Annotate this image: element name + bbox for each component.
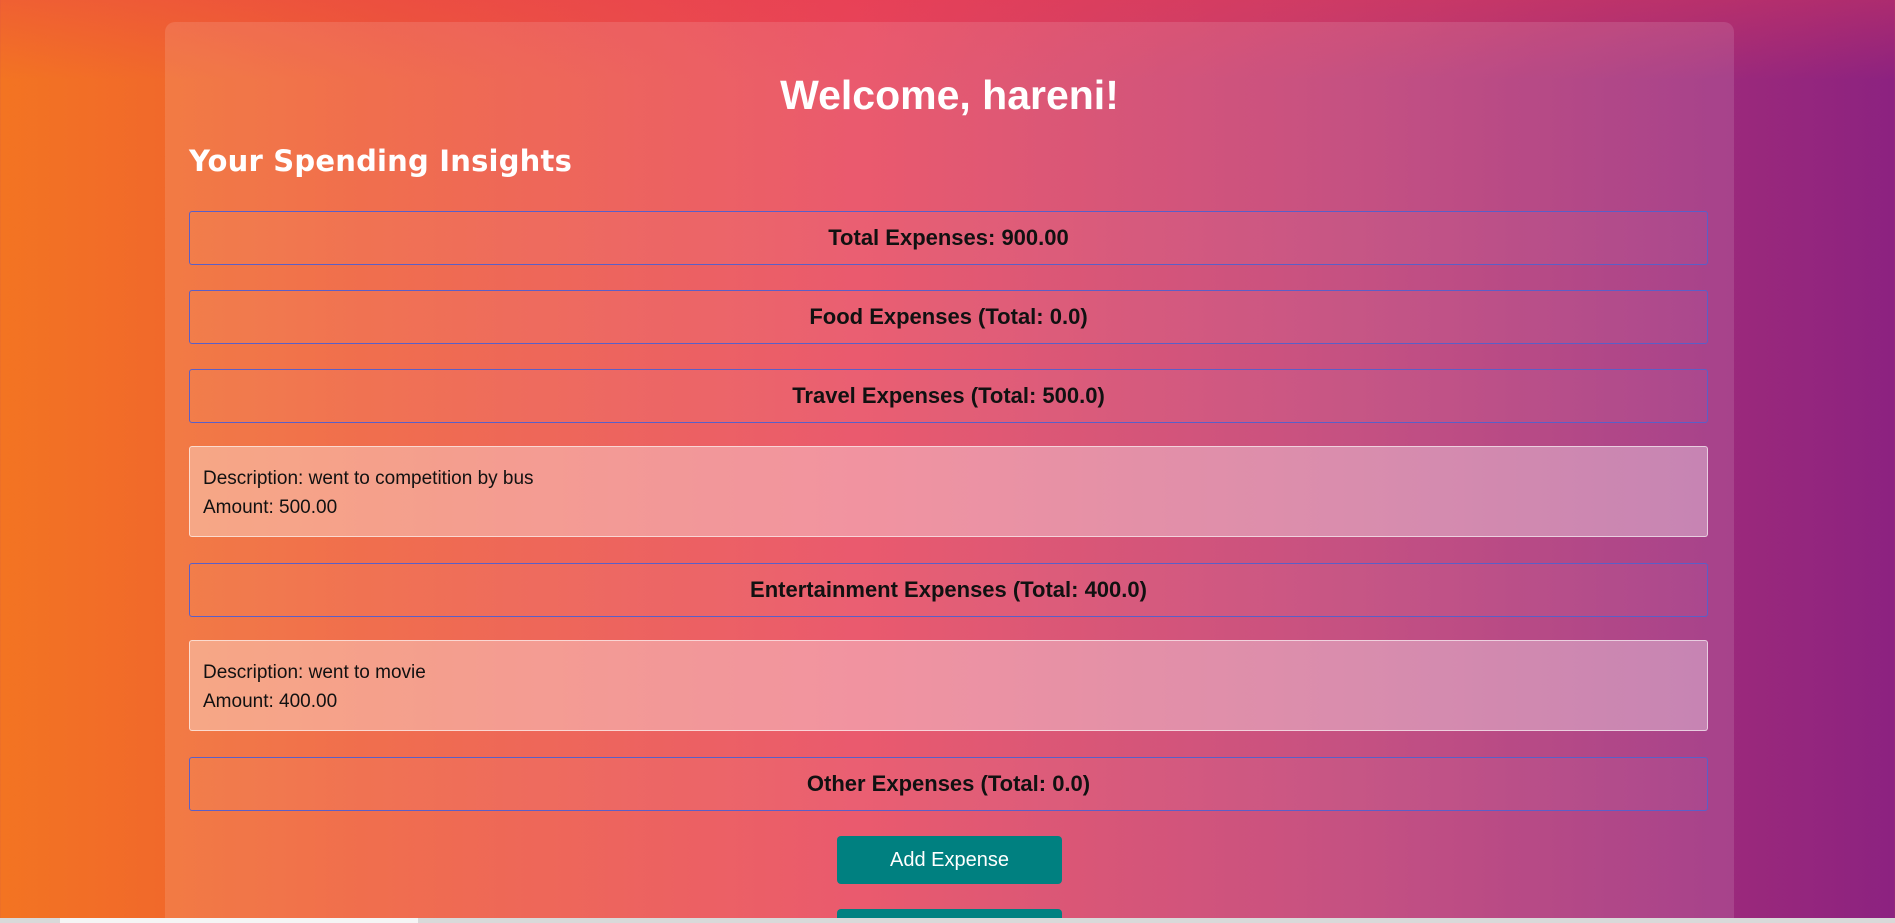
- other-expenses-header[interactable]: Other Expenses (Total: 0.0): [189, 757, 1708, 811]
- food-expenses-label: Food Expenses (Total: 0.0): [809, 304, 1088, 329]
- total-expenses-label: Total Expenses: 900.00: [828, 225, 1069, 250]
- food-expenses-header[interactable]: Food Expenses (Total: 0.0): [189, 290, 1708, 344]
- scrollbar-thumb[interactable]: [60, 918, 418, 923]
- expense-description: Description: went to competition by bus: [203, 468, 534, 489]
- expense-description: Description: went to movie: [203, 662, 426, 683]
- expense-amount: Amount: 500.00: [203, 497, 338, 518]
- entertainment-expense-item: Description: went to movie Amount: 400.0…: [189, 640, 1708, 731]
- travel-expenses-label: Travel Expenses (Total: 500.0): [792, 383, 1105, 408]
- add-expense-button[interactable]: Add Expense: [837, 836, 1062, 884]
- travel-expense-item: Description: went to competition by bus …: [189, 446, 1708, 537]
- entertainment-expenses-header[interactable]: Entertainment Expenses (Total: 400.0): [189, 563, 1708, 617]
- total-expenses-header[interactable]: Total Expenses: 900.00: [189, 211, 1708, 265]
- expense-amount: Amount: 400.00: [203, 691, 338, 712]
- insights-card: Welcome, hareni! Your Spending Insights …: [165, 22, 1734, 923]
- travel-expenses-header[interactable]: Travel Expenses (Total: 500.0): [189, 369, 1708, 423]
- welcome-heading: Welcome, hareni!: [780, 72, 1119, 118]
- insights-title: Your Spending Insights: [189, 144, 573, 178]
- other-expenses-label: Other Expenses (Total: 0.0): [806, 771, 1091, 796]
- entertainment-expenses-label: Entertainment Expenses (Total: 400.0): [750, 577, 1147, 602]
- horizontal-scrollbar[interactable]: [0, 918, 1895, 923]
